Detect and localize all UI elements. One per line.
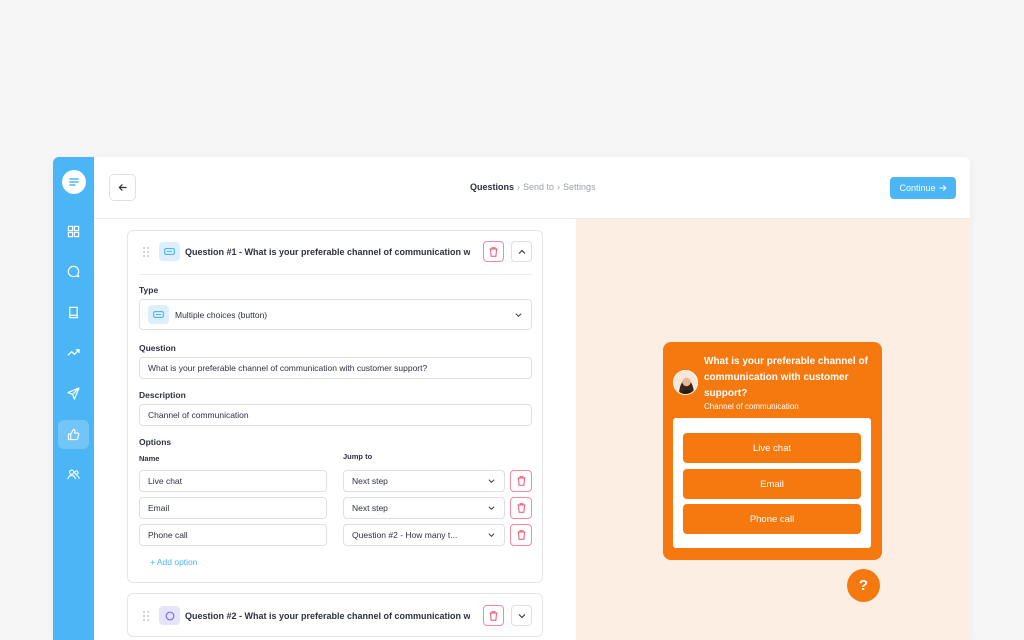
- jump-to-column-label: Jump to: [343, 452, 373, 461]
- delete-option-button[interactable]: [510, 470, 532, 492]
- description-input[interactable]: Channel of communication: [139, 404, 532, 426]
- option-name-input[interactable]: Email: [139, 497, 327, 519]
- thumbs-up-icon[interactable]: [58, 420, 89, 449]
- breadcrumb-separator: ›: [517, 182, 521, 192]
- radio-type-icon: [159, 606, 180, 625]
- question-input[interactable]: What is your preferable channel of commu…: [139, 357, 532, 379]
- delete-option-button[interactable]: [510, 524, 532, 546]
- continue-button[interactable]: Continue: [890, 177, 956, 199]
- delete-option-button[interactable]: [510, 497, 532, 519]
- breadcrumb-separator: ›: [557, 182, 561, 192]
- arrow-right-icon: [938, 185, 947, 191]
- button-type-icon: [148, 305, 169, 324]
- option-name-value: Phone call: [148, 530, 188, 540]
- trash-icon: [517, 503, 525, 513]
- continue-label: Continue: [899, 183, 936, 193]
- drag-handle-icon[interactable]: [142, 246, 150, 258]
- type-select[interactable]: Multiple choices (button): [139, 299, 532, 330]
- breadcrumb-settings[interactable]: Settings: [563, 182, 596, 192]
- grid-icon[interactable]: [58, 217, 89, 246]
- chevron-down-icon: [488, 479, 495, 483]
- trash-icon: [489, 246, 498, 257]
- collapse-button[interactable]: [511, 241, 532, 262]
- logo-icon[interactable]: [62, 170, 86, 194]
- breadcrumb-questions[interactable]: Questions: [470, 182, 514, 192]
- arrow-left-icon: [118, 184, 127, 191]
- sidebar: [53, 157, 94, 640]
- agent-avatar: [673, 370, 698, 395]
- divider: [139, 274, 532, 275]
- question-title: Question #1 - What is your preferable ch…: [185, 247, 470, 257]
- option-name-input[interactable]: Live chat: [139, 470, 327, 492]
- book-icon[interactable]: [58, 298, 89, 327]
- option-jump-select[interactable]: Next step: [343, 470, 505, 492]
- option-name-input[interactable]: Phone call: [139, 524, 327, 546]
- question-title: Question #2 - What is your preferable ch…: [185, 611, 470, 621]
- chevron-down-icon: [488, 533, 495, 537]
- expand-button[interactable]: [511, 605, 532, 626]
- help-icon: ?: [858, 577, 869, 594]
- widget-option-button[interactable]: Email: [683, 469, 861, 499]
- trash-icon: [517, 476, 525, 486]
- help-bubble-button[interactable]: ?: [847, 569, 880, 602]
- widget-option-button[interactable]: Phone call: [683, 504, 861, 534]
- question-label: Question: [139, 343, 176, 353]
- drag-handle-icon[interactable]: [142, 610, 150, 622]
- widget-subtitle: Channel of communication: [704, 402, 799, 411]
- app-window: Questions › Send to › Settings Continue Ques…: [53, 157, 970, 640]
- widget-preview: What is your preferable channel of commu…: [576, 219, 970, 640]
- question-card-2: Question #2 - What is your preferable ch…: [127, 593, 543, 637]
- trending-up-icon[interactable]: [58, 338, 89, 367]
- trash-icon: [517, 530, 525, 540]
- delete-question-button[interactable]: [483, 605, 504, 626]
- breadcrumb: Questions › Send to › Settings: [470, 182, 596, 192]
- add-option-link[interactable]: + Add option: [150, 557, 198, 567]
- send-icon[interactable]: [58, 379, 89, 408]
- options-label: Options: [139, 437, 172, 447]
- question-card-header: Question #1 - What is your preferable ch…: [128, 231, 542, 274]
- option-jump-select[interactable]: Next step: [343, 497, 505, 519]
- type-select-value: Multiple choices (button): [175, 309, 268, 320]
- name-column-label: Name: [139, 454, 160, 463]
- chevron-up-icon: [518, 249, 525, 254]
- breadcrumb-send-to[interactable]: Send to: [523, 182, 554, 192]
- back-button[interactable]: [109, 174, 136, 201]
- chevron-down-icon: [515, 312, 522, 317]
- widget-option-button[interactable]: Live chat: [683, 433, 861, 463]
- description-input-value: Channel of communication: [148, 410, 249, 420]
- survey-widget: What is your preferable channel of commu…: [663, 342, 882, 560]
- type-label: Type: [139, 285, 159, 295]
- users-icon[interactable]: [58, 460, 89, 489]
- option-jump-select[interactable]: Question #2 - How many t...: [343, 524, 505, 546]
- question-input-value: What is your preferable channel of commu…: [148, 363, 428, 373]
- chevron-down-icon: [488, 506, 495, 510]
- option-jump-value: Next step: [352, 503, 388, 513]
- delete-question-button[interactable]: [483, 241, 504, 262]
- chat-bubble-icon[interactable]: [58, 257, 89, 286]
- option-jump-value: Question #2 - How many t...: [352, 530, 458, 540]
- trash-icon: [489, 610, 498, 621]
- widget-question-title: What is your preferable channel of commu…: [704, 356, 868, 399]
- chevron-down-icon: [518, 613, 525, 618]
- option-name-value: Live chat: [148, 476, 183, 486]
- button-type-icon: [159, 242, 180, 261]
- top-bar: Questions › Send to › Settings Continue: [94, 157, 970, 219]
- question-card-1: Question #1 - What is your preferable ch…: [127, 230, 543, 583]
- widget-options: Live chat Email Phone call: [673, 418, 871, 548]
- description-label: Description: [139, 390, 186, 400]
- option-name-value: Email: [148, 503, 170, 513]
- option-jump-value: Next step: [352, 476, 388, 486]
- question-editor: Question #1 - What is your preferable ch…: [94, 219, 576, 640]
